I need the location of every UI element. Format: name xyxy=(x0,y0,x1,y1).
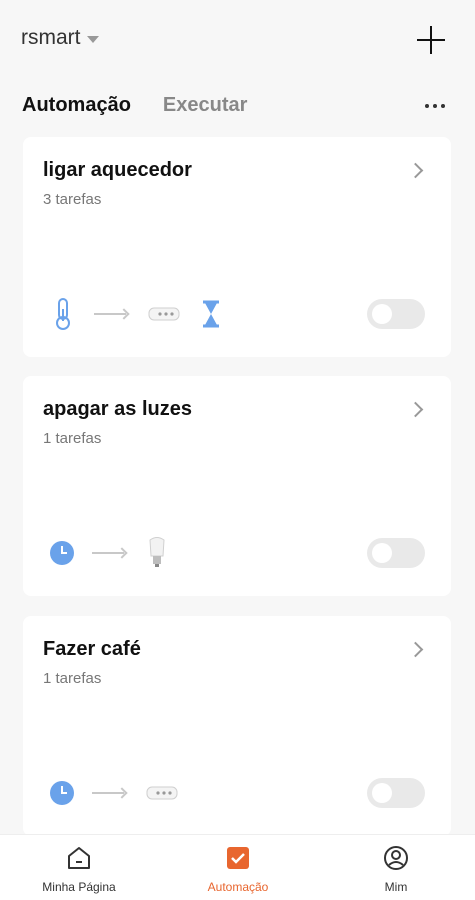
automation-card[interactable]: apagar as luzes 1 tarefas xyxy=(23,376,451,596)
tab-automacao[interactable]: Automação xyxy=(22,94,131,117)
nav-label: Minha Página xyxy=(42,880,116,894)
power-strip-icon xyxy=(146,786,178,800)
hourglass-icon xyxy=(203,300,219,328)
top-bar: rsmart xyxy=(0,0,475,80)
automation-task-count: 1 tarefas xyxy=(43,430,102,447)
nav-automacao[interactable]: Automação xyxy=(178,845,298,894)
automation-card[interactable]: Fazer café 1 tarefas xyxy=(23,616,451,836)
account-name: rsmart xyxy=(21,26,81,49)
automation-task-count: 3 tarefas xyxy=(43,191,102,208)
chevron-right-icon xyxy=(407,401,424,418)
automation-icons xyxy=(50,536,168,570)
automation-icons xyxy=(50,776,180,810)
thermometer-icon xyxy=(56,298,70,330)
profile-icon xyxy=(384,846,408,870)
nav-label: Mim xyxy=(384,880,408,894)
tab-bar: Automação Executar xyxy=(22,94,247,117)
nav-minha-pagina[interactable]: Minha Página xyxy=(19,845,139,894)
bottom-nav: Minha Página Automação Mim xyxy=(0,834,475,900)
nav-label: Automação xyxy=(207,880,269,894)
tab-executar[interactable]: Executar xyxy=(163,94,248,117)
home-icon xyxy=(68,847,90,869)
automation-toggle[interactable] xyxy=(367,778,425,808)
automation-title: apagar as luzes xyxy=(43,398,192,420)
bulb-icon xyxy=(149,537,165,567)
more-options-icon[interactable] xyxy=(425,104,445,108)
power-strip-icon xyxy=(148,307,180,321)
nav-mim[interactable]: Mim xyxy=(336,845,456,894)
automation-toggle[interactable] xyxy=(367,538,425,568)
automation-card[interactable]: ligar aquecedor 3 tarefas xyxy=(23,137,451,357)
automation-check-icon xyxy=(227,847,249,869)
chevron-right-icon xyxy=(407,641,424,658)
chevron-right-icon xyxy=(407,162,424,179)
caret-down-icon xyxy=(86,35,99,43)
automation-task-count: 1 tarefas xyxy=(43,670,102,687)
automation-icons xyxy=(50,297,222,331)
arrow-icon xyxy=(92,788,128,798)
arrow-icon xyxy=(94,309,130,319)
automation-toggle[interactable] xyxy=(367,299,425,329)
clock-icon xyxy=(50,541,74,565)
automation-title: Fazer café xyxy=(43,638,141,660)
arrow-icon xyxy=(92,548,128,558)
automation-title: ligar aquecedor xyxy=(43,159,192,181)
account-selector[interactable]: rsmart xyxy=(21,26,99,50)
add-automation-button[interactable] xyxy=(417,26,445,54)
clock-icon xyxy=(50,781,74,805)
